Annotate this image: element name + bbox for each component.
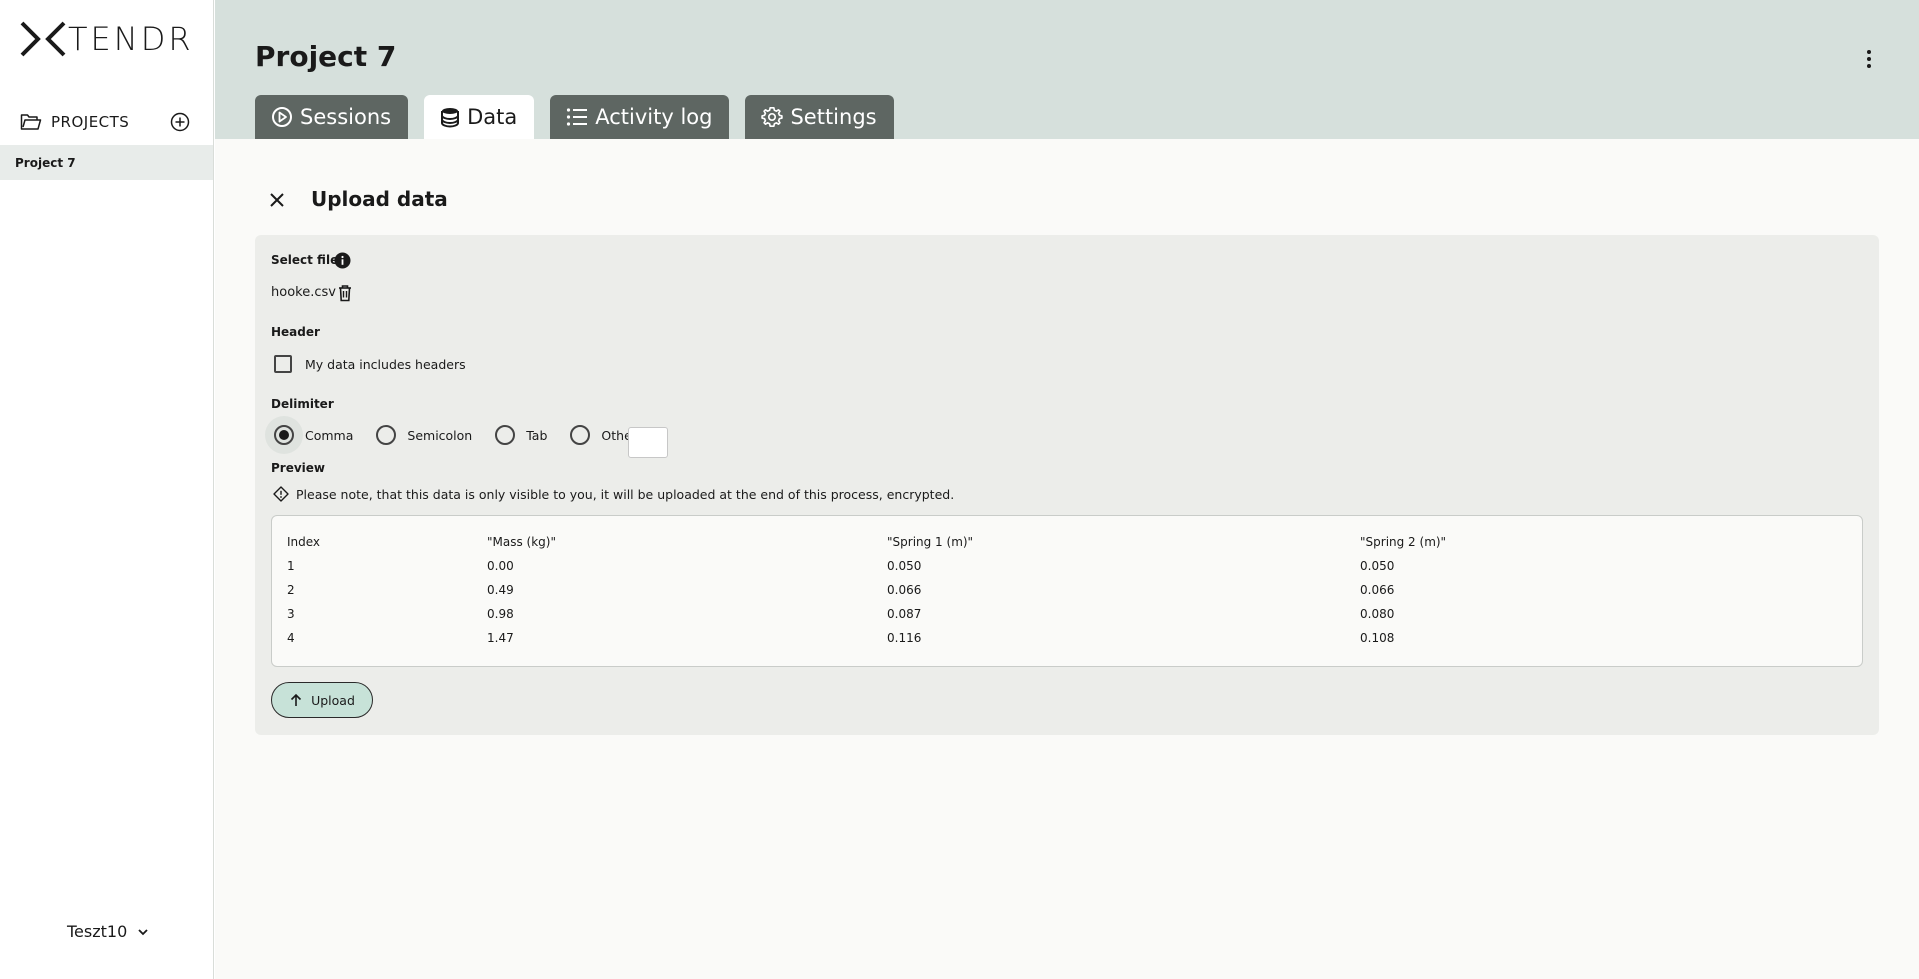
column-header: "Mass (kg)" — [487, 535, 556, 549]
table-cell: 0.49 — [487, 583, 514, 597]
column-header: "Spring 2 (m)" — [1360, 535, 1447, 549]
table-cell: 4 — [287, 631, 295, 645]
table-cell: 0.98 — [487, 607, 514, 621]
table-row: 1 0.00 0.050 0.050 — [287, 554, 1857, 578]
column-header: Index — [287, 535, 321, 549]
table-cell: 1.47 — [487, 631, 514, 645]
chevron-down-icon — [138, 928, 148, 935]
radio-other-ring — [561, 416, 599, 454]
warning-diamond-icon — [273, 486, 289, 502]
radio-other-control[interactable] — [570, 425, 591, 445]
tab-data-label: Data — [467, 105, 518, 129]
radio-comma-control[interactable] — [274, 425, 294, 445]
info-icon[interactable] — [334, 252, 351, 269]
preview-table-container: Index "Mass (kg)" "Spring 1 (m)" "Spring… — [271, 515, 1863, 667]
radio-tab-control[interactable] — [495, 425, 516, 445]
main-content: Upload data Select file hooke.csv Header… — [215, 139, 1919, 979]
tab-activity-log[interactable]: Activity log — [550, 95, 730, 139]
tab-settings[interactable]: Settings — [745, 95, 894, 139]
radio-tab-ring — [486, 416, 524, 454]
table-row: 3 0.98 0.087 0.080 — [287, 602, 1857, 626]
header-label: Header — [271, 325, 320, 339]
select-file-label: Select file — [271, 253, 339, 267]
arrow-up-icon — [291, 693, 302, 706]
header-checkbox-row[interactable]: My data includes headers — [274, 355, 466, 373]
radio-selected-dot — [279, 430, 289, 440]
table-row: 4 1.47 0.116 0.108 — [287, 626, 1857, 650]
upload-button-label: Upload — [311, 692, 355, 708]
tab-sessions[interactable]: Sessions — [255, 95, 409, 139]
sidebar-item-project-7[interactable]: Project 7 — [0, 145, 213, 180]
radio-tab[interactable]: Tab — [486, 416, 547, 454]
delimiter-label: Delimiter — [271, 397, 334, 411]
delimiter-radio-group: Comma Semicolon Tab Other — [265, 415, 651, 455]
preview-label: Preview — [271, 461, 326, 475]
list-icon — [567, 108, 588, 126]
column-header: "Spring 1 (m)" — [887, 535, 974, 549]
more-vertical-icon[interactable] — [1863, 47, 1875, 71]
table-cell: 3 — [287, 607, 295, 621]
radio-semicolon-label: Semicolon — [407, 427, 473, 443]
table-row: 2 0.49 0.066 0.066 — [287, 578, 1857, 602]
table-cell: 0.066 — [887, 583, 922, 597]
radio-comma-ring — [265, 416, 303, 454]
projects-label: PROJECTS — [51, 113, 130, 131]
other-delimiter-input[interactable] — [628, 427, 668, 458]
trash-icon[interactable] — [337, 284, 353, 302]
projects-header: PROJECTS — [20, 110, 190, 134]
user-name: Teszt10 — [67, 922, 128, 941]
page-title: Project 7 — [255, 40, 397, 73]
table-header-row: Index "Mass (kg)" "Spring 1 (m)" "Spring… — [287, 530, 1857, 554]
add-project-icon[interactable] — [170, 112, 190, 132]
gear-icon — [761, 107, 784, 127]
radio-comma-label: Comma — [305, 427, 354, 443]
header-checkbox-label: My data includes headers — [305, 356, 466, 372]
preview-table: Index "Mass (kg)" "Spring 1 (m)" "Spring… — [287, 530, 1857, 650]
upload-panel: Select file hooke.csv Header My data inc… — [255, 235, 1879, 735]
logo: TENDR — [20, 20, 194, 58]
file-name: hooke.csv — [271, 285, 336, 300]
table-cell: 1 — [287, 559, 295, 573]
folder-icon — [20, 114, 42, 130]
close-icon[interactable] — [267, 190, 287, 210]
tab-settings-label: Settings — [790, 105, 877, 129]
table-cell: 2 — [287, 583, 295, 597]
user-menu[interactable]: Teszt10 — [67, 922, 149, 941]
privacy-note: Please note, that this data is only visi… — [273, 486, 954, 502]
tab-sessions-label: Sessions — [300, 105, 392, 129]
radio-tab-label: Tab — [526, 427, 548, 443]
radio-semicolon-ring — [367, 416, 405, 454]
tab-data[interactable]: Data — [424, 95, 535, 139]
privacy-note-text: Please note, that this data is only visi… — [296, 486, 955, 502]
database-icon — [441, 108, 460, 128]
tab-bar: Sessions Data Activity log Settings — [255, 95, 910, 139]
table-cell: 0.050 — [1360, 559, 1395, 573]
radio-semicolon-control[interactable] — [376, 425, 397, 445]
table-cell: 0.066 — [1360, 583, 1395, 597]
play-circle-icon — [272, 107, 292, 127]
upload-button[interactable]: Upload — [271, 682, 373, 718]
page-header: Project 7 Sessions Data Activity log Set… — [215, 0, 1919, 139]
logo-mark-icon — [20, 21, 66, 57]
header-checkbox[interactable] — [274, 355, 292, 373]
upload-title: Upload data — [311, 187, 448, 211]
radio-semicolon[interactable]: Semicolon — [367, 416, 472, 454]
logo-text: TENDR — [68, 20, 194, 58]
table-cell: 0.00 — [487, 559, 514, 573]
table-cell: 0.087 — [887, 607, 922, 621]
table-cell: 0.108 — [1360, 631, 1395, 645]
sidebar: TENDR PROJECTS Project 7 Teszt10 — [0, 0, 214, 979]
radio-comma[interactable]: Comma — [265, 416, 353, 454]
tab-activity-log-label: Activity log — [595, 105, 713, 129]
table-cell: 0.050 — [887, 559, 922, 573]
radio-other[interactable]: Other — [561, 416, 637, 454]
table-cell: 0.080 — [1360, 607, 1395, 621]
table-cell: 0.116 — [887, 631, 922, 645]
